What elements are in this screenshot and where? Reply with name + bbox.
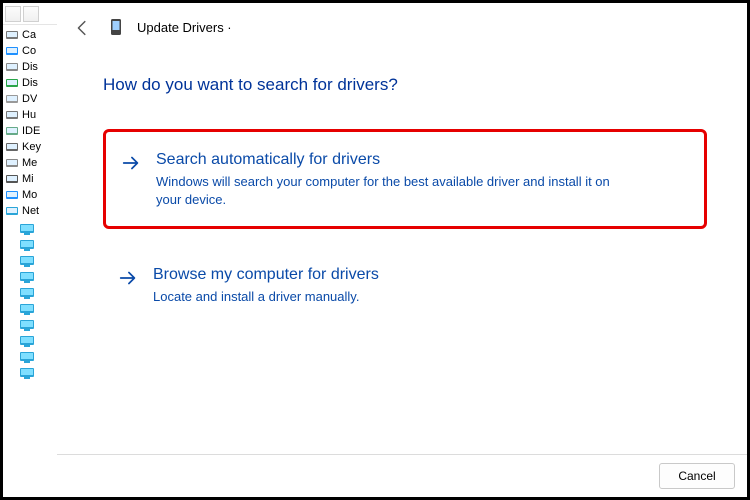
device-category-icon [5, 77, 19, 89]
device-category-icon [5, 173, 19, 185]
monitor-icon [19, 287, 35, 299]
device-category-icon [5, 109, 19, 121]
device-category-icon [5, 45, 19, 57]
device-category-icon [5, 205, 19, 217]
device-manager-sidebar: Ca Co Dis Dis DV Hu IDE Key Me Mi Mo Net [3, 3, 57, 497]
device-category[interactable]: DV [3, 91, 57, 107]
option-text: Browse my computer for drivers Locate and… [153, 265, 379, 306]
device-category[interactable]: Mi [3, 171, 57, 187]
monitor-icon [19, 303, 35, 315]
monitor-icon [19, 223, 35, 235]
device-tree: Ca Co Dis Dis DV Hu IDE Key Me Mi Mo Net [3, 25, 57, 381]
device-category-icon [5, 157, 19, 169]
network-adapter-item[interactable] [3, 237, 57, 253]
wizard-body: How do you want to search for drivers? S… [57, 47, 747, 454]
device-category[interactable]: Ca [3, 27, 57, 43]
device-category-icon [5, 29, 19, 41]
device-category-icon [5, 61, 19, 73]
network-adapter-item[interactable] [3, 349, 57, 365]
device-category[interactable]: Dis [3, 59, 57, 75]
device-category-label: DV [22, 93, 37, 105]
device-category-label: Mo [22, 189, 37, 201]
device-category-label: Dis [22, 77, 38, 89]
device-category[interactable]: Mo [3, 187, 57, 203]
device-category-icon [5, 141, 19, 153]
device-category[interactable]: Co [3, 43, 57, 59]
device-category-label: Ca [22, 29, 36, 41]
monitor-icon [19, 367, 35, 379]
network-adapter-item[interactable] [3, 301, 57, 317]
monitor-icon [19, 239, 35, 251]
toolbar-button[interactable] [5, 6, 21, 22]
network-adapters-list [3, 221, 57, 381]
option-title: Search automatically for drivers [156, 150, 636, 169]
device-category[interactable]: Me [3, 155, 57, 171]
arrow-left-icon [72, 17, 94, 39]
device-category[interactable]: Key [3, 139, 57, 155]
device-category-label: Hu [22, 109, 36, 121]
network-adapter-item[interactable] [3, 285, 57, 301]
cancel-button[interactable]: Cancel [659, 463, 735, 489]
device-category-icon [5, 125, 19, 137]
network-adapter-item[interactable] [3, 253, 57, 269]
update-drivers-wizard: Update Drivers · How do you want to sear… [57, 3, 747, 497]
monitor-icon [19, 255, 35, 267]
device-category-label: Dis [22, 61, 38, 73]
back-button[interactable] [71, 15, 95, 39]
wizard-header: Update Drivers · [57, 3, 747, 47]
option-description: Windows will search your computer for th… [156, 173, 636, 208]
device-manager-toolbar [3, 3, 57, 25]
option-search-automatically[interactable]: Search automatically for drivers Windows … [103, 129, 707, 229]
device-category[interactable]: Hu [3, 107, 57, 123]
device-category-label: Co [22, 45, 36, 57]
network-adapter-item[interactable] [3, 333, 57, 349]
option-text: Search automatically for drivers Windows … [156, 150, 636, 208]
window-frame: Ca Co Dis Dis DV Hu IDE Key Me Mi Mo Net Update Dri… [0, 0, 750, 500]
device-icon [109, 18, 123, 36]
device-category-label: IDE [22, 125, 40, 137]
device-category[interactable]: Dis [3, 75, 57, 91]
arrow-right-icon [117, 267, 139, 289]
monitor-icon [19, 351, 35, 363]
toolbar-button[interactable] [23, 6, 39, 22]
monitor-icon [19, 319, 35, 331]
device-category[interactable]: IDE [3, 123, 57, 139]
device-category-label: Net [22, 205, 39, 217]
monitor-icon [19, 335, 35, 347]
device-category-icon [5, 189, 19, 201]
arrow-right-icon [120, 152, 142, 174]
device-category[interactable]: Net [3, 203, 57, 219]
wizard-footer: Cancel [57, 454, 747, 497]
wizard-question: How do you want to search for drivers? [103, 75, 707, 95]
network-adapter-item[interactable] [3, 365, 57, 381]
option-title: Browse my computer for drivers [153, 265, 379, 284]
device-category-label: Me [22, 157, 37, 169]
device-category-label: Mi [22, 173, 34, 185]
option-browse-computer[interactable]: Browse my computer for drivers Locate and… [103, 247, 707, 324]
device-category-icon [5, 93, 19, 105]
network-adapter-item[interactable] [3, 269, 57, 285]
network-adapter-item[interactable] [3, 221, 57, 237]
wizard-title: Update Drivers · [137, 20, 232, 35]
option-description: Locate and install a driver manually. [153, 288, 379, 306]
network-adapter-item[interactable] [3, 317, 57, 333]
device-category-label: Key [22, 141, 41, 153]
monitor-icon [19, 271, 35, 283]
